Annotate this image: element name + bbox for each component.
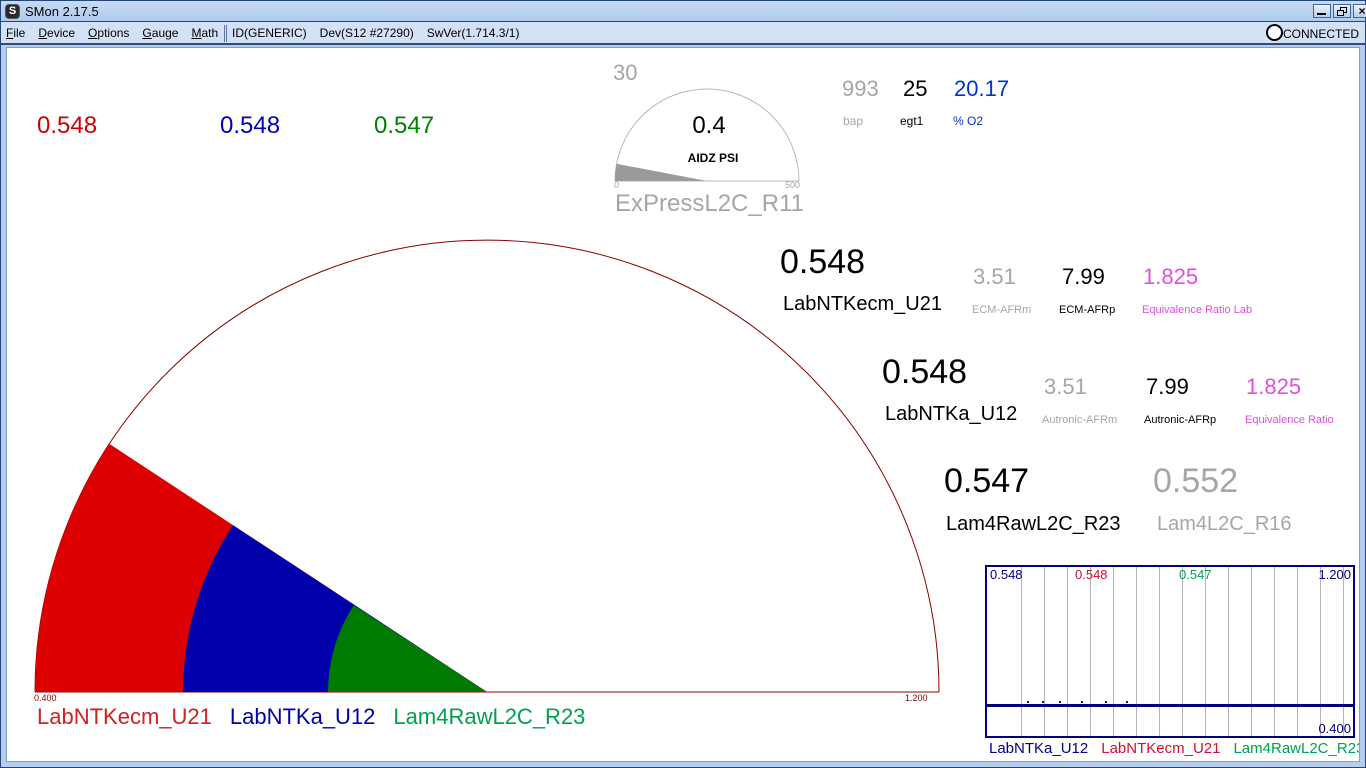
small-gauge-wedge: [614, 163, 707, 181]
egt1-value: 25: [903, 76, 928, 101]
lambda-gauge: [34, 239, 940, 693]
lambda-gauge-max: 1.200: [905, 693, 928, 703]
strip-value-red: 0.548: [1075, 567, 1108, 582]
strip-legend-lam4raw: Lam4RawL2C_R23: [1233, 740, 1360, 757]
strip-ymin: 0.400: [1318, 721, 1351, 736]
connection-status: CONNECTED: [1282, 27, 1359, 41]
legend-labntkecm: LabNTKecm_U21: [37, 704, 212, 729]
row2-stat2-value: 1.825: [1246, 374, 1302, 399]
app-window: S SMon 2.17.5 × File Device Options Gaug…: [0, 0, 1366, 768]
status-id: ID(GENERIC): [232, 26, 307, 40]
close-icon: ×: [1358, 4, 1366, 18]
strip-chart: 0.548 0.548 0.547 1.200 0.400: [985, 565, 1355, 738]
strip-ymax: 1.200: [1318, 567, 1351, 582]
strip-value-green: 0.547: [1179, 567, 1212, 582]
o2-value: 20.17: [954, 76, 1010, 101]
row2-stat1-label: Autronic-AFRp: [1144, 414, 1217, 426]
lambda-wedge-Lam4RawL2C_R23: [328, 605, 487, 692]
title-bar: S SMon 2.17.5 ×: [1, 1, 1366, 22]
row2-stat0-value: 3.51: [1044, 374, 1087, 399]
connection-indicator-icon: [1266, 24, 1283, 41]
row2-stat1-value: 7.99: [1146, 374, 1189, 399]
row1-stat0-label: ECM-AFRm: [972, 304, 1032, 316]
strip-value-blue: 0.548: [990, 567, 1023, 582]
small-gauge-units: AIDZ PSI: [687, 151, 739, 165]
legend-labntka: LabNTKa_U12: [229, 704, 376, 729]
row1-stat1-label: ECM-AFRp: [1059, 304, 1116, 316]
menu-gauge[interactable]: Gauge: [142, 26, 178, 40]
close-button[interactable]: ×: [1353, 4, 1366, 18]
row2-stat2-label: Equivalence Ratio: [1245, 414, 1334, 426]
lambda-readout-red: 0.548: [37, 112, 98, 139]
small-gauge-name: ExPressL2C_R11: [615, 190, 804, 217]
minimize-icon: [1317, 13, 1326, 15]
legend-lam4raw: Lam4RawL2C_R23: [393, 704, 586, 729]
row3-value: 0.547: [944, 462, 1030, 500]
lambda-readout-green: 0.547: [374, 112, 435, 139]
device-status: ID(GENERIC) Dev(S12 #27290) SwVer(1.714.…: [232, 26, 532, 40]
row3-alt-value: 0.552: [1153, 462, 1239, 500]
strip-legend-labntka: LabNTKa_U12: [989, 740, 1089, 757]
lambda-readout-blue: 0.548: [220, 112, 281, 139]
menu-math[interactable]: Math: [191, 26, 218, 40]
egt1-label: egt1: [900, 114, 924, 128]
bap-value: 993: [842, 76, 879, 101]
bap-label: bap: [843, 114, 864, 128]
row3-name: Lam4RawL2C_R23: [946, 513, 1121, 535]
restore-button[interactable]: [1333, 4, 1351, 18]
menu-device[interactable]: Device: [38, 26, 75, 40]
menu-items: File Device Options Gauge Math: [6, 26, 231, 40]
menu-file[interactable]: File: [6, 26, 25, 40]
strip-legend-labntkecm: LabNTKecm_U21: [1101, 740, 1221, 757]
minimize-button[interactable]: [1313, 4, 1331, 18]
menu-options[interactable]: Options: [88, 26, 129, 40]
row2-stat0-label: Autronic-AFRm: [1042, 414, 1118, 426]
status-swver: SwVer(1.714.3/1): [426, 26, 520, 40]
client-area: 0.548 0.548 0.547 30 0.4 AIDZ PSI 0 500 …: [6, 47, 1360, 762]
small-gauge-value: 0.4: [692, 112, 726, 139]
menu-separator: [224, 25, 227, 42]
small-gauge-peak: 30: [613, 60, 638, 85]
small-gauge-max: 500: [784, 180, 800, 190]
lambda-gauge-legend: LabNTKecm_U21 LabNTKa_U12 Lam4RawL2C_R23: [37, 704, 585, 730]
status-dev: Dev(S12 #27290): [319, 26, 414, 40]
row3-alt-name: Lam4L2C_R16: [1157, 513, 1292, 535]
row1-stat2-label: Equivalence Ratio Lab: [1142, 304, 1253, 316]
window-title: SMon 2.17.5: [25, 4, 99, 19]
app-icon: S: [5, 4, 20, 19]
row1-stat1-value: 7.99: [1062, 264, 1105, 289]
row1-stat2-value: 1.825: [1143, 264, 1199, 289]
window-controls: ×: [1313, 4, 1366, 18]
strip-trace-blue: [987, 704, 1353, 707]
row1-stat0-value: 3.51: [973, 264, 1016, 289]
strip-chart-legend: LabNTKa_U12 LabNTKecm_U21 Lam4RawL2C_R23: [989, 740, 1360, 757]
o2-label: % O2: [953, 114, 984, 128]
lambda-gauge-min: 0.400: [34, 693, 57, 703]
menu-bar: File Device Options Gauge Math ID(GENERI…: [1, 22, 1365, 45]
